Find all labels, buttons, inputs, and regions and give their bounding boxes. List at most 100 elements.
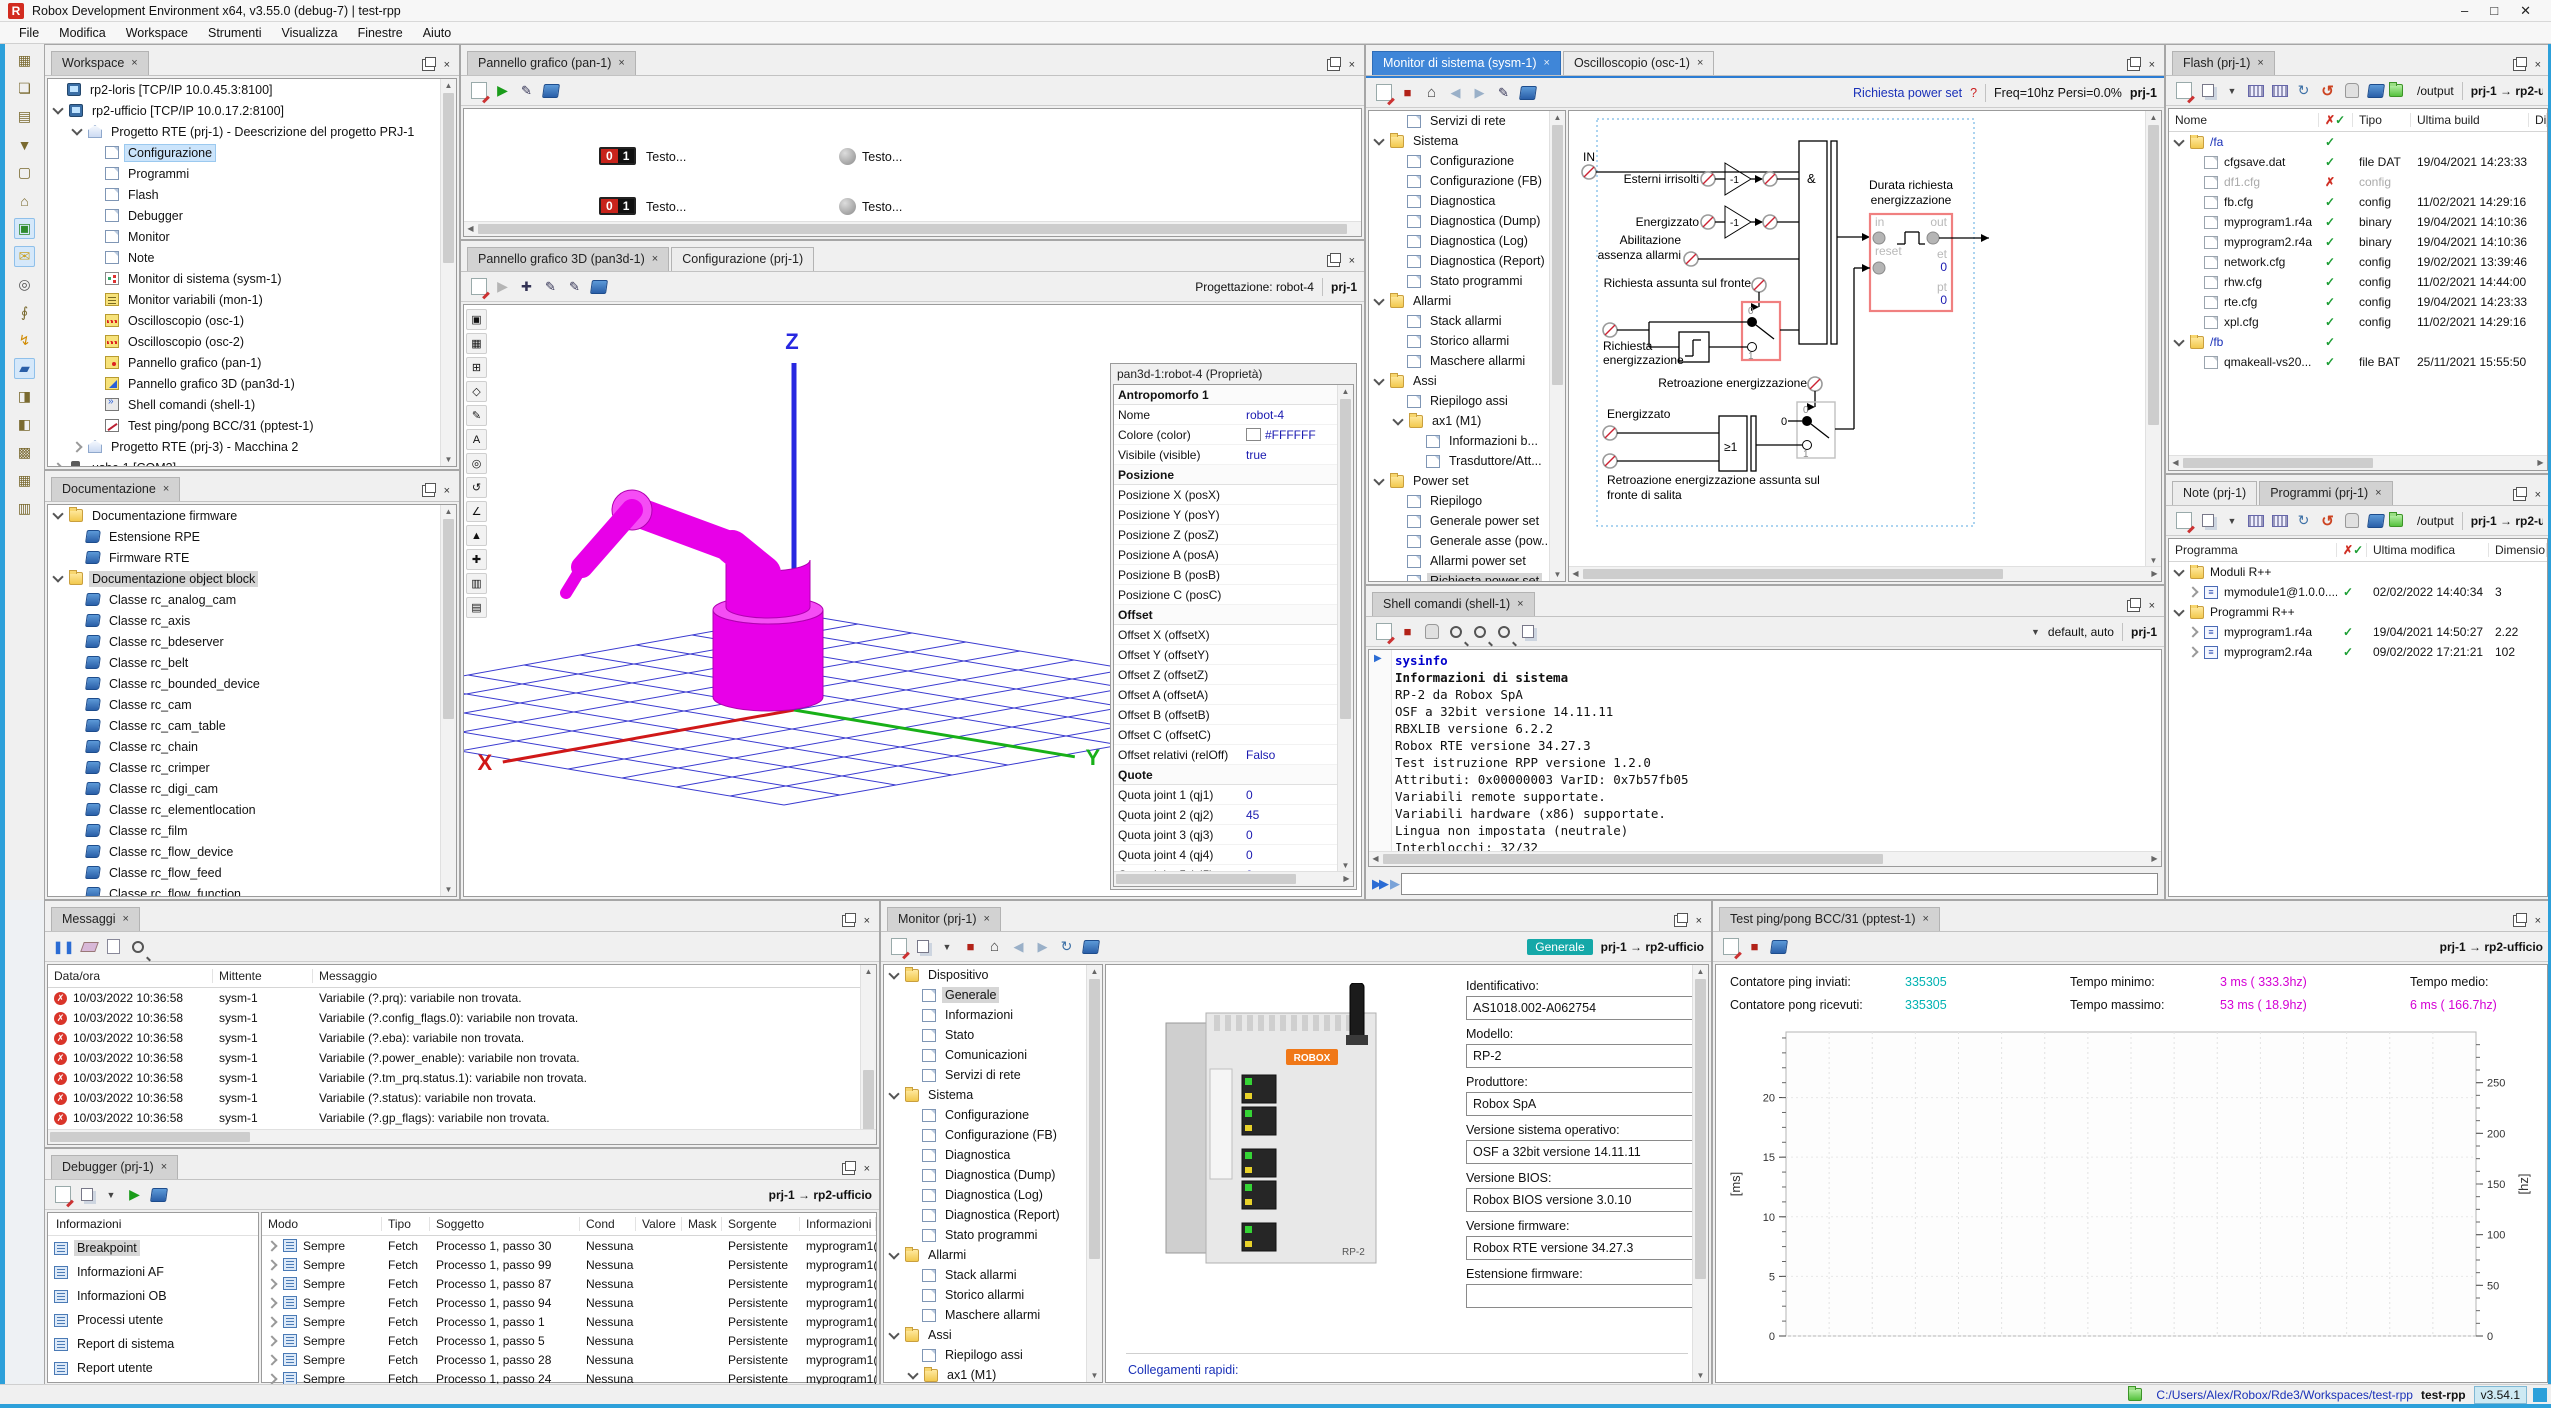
tree-item[interactable]: Configurazione (1369, 151, 1565, 171)
tree-item[interactable]: Monitor di sistema (sysm-1) (48, 268, 456, 289)
close-panel-icon[interactable]: × (1349, 59, 1355, 71)
menu-aiuto[interactable]: Aiuto (414, 24, 461, 42)
breakpoint-row[interactable]: SempreFetchProcesso 1, passo 5NessunaPer… (262, 1331, 876, 1350)
tree-item[interactable]: Generale (884, 985, 1102, 1005)
tree-item[interactable]: Assi (884, 1325, 1102, 1345)
close-panel-icon[interactable]: × (2149, 600, 2155, 612)
book-icon[interactable] (148, 1184, 169, 1205)
expander-icon[interactable] (71, 441, 82, 452)
expander-icon[interactable] (52, 462, 63, 466)
tree-item[interactable]: ax1 (M1) (1369, 411, 1565, 431)
field-value[interactable]: Robox RTE versione 34.27.3 (1466, 1236, 1709, 1260)
expander-icon[interactable] (266, 1240, 277, 1251)
property-row[interactable]: Nomerobot-4 (1114, 405, 1353, 425)
expander-icon[interactable] (266, 1373, 277, 1384)
book-icon[interactable] (2365, 80, 2386, 101)
view3d-tool-12[interactable]: ▤ (466, 597, 487, 618)
tree-item[interactable]: Programmi (48, 163, 456, 184)
lamp-indicator[interactable] (839, 198, 856, 215)
notes-icon[interactable] (2173, 80, 2194, 101)
tree-item[interactable]: Generale power set (1369, 511, 1565, 531)
column-header[interactable]: Mittente (213, 969, 313, 983)
property-section[interactable]: Offset (1114, 605, 1353, 625)
sync-icon[interactable]: ↻ (2293, 80, 2314, 101)
menu-modifica[interactable]: Modifica (50, 24, 115, 42)
expander-icon[interactable] (52, 571, 63, 582)
message-row[interactable]: ✗10/03/2022 10:36:58sysm-1Variabile (?.g… (48, 1108, 876, 1128)
digital-indicator[interactable]: 01 (599, 147, 636, 165)
view3d-tool-8[interactable]: ∠ (466, 501, 487, 522)
tree-item[interactable]: Shell comandi (shell-1) (48, 394, 456, 415)
shell-input[interactable] (1401, 873, 2158, 895)
expander-icon[interactable] (266, 1278, 277, 1289)
expander-icon[interactable] (2173, 605, 2184, 616)
tree-item[interactable]: Servizi di rete (1369, 111, 1565, 131)
close-panel-icon[interactable]: × (444, 59, 450, 71)
expander-icon[interactable] (266, 1354, 277, 1365)
expander-icon[interactable] (888, 968, 899, 979)
file-row[interactable]: myprogram1.r4a✓binary19/04/2021 14:10:36 (2169, 212, 2547, 232)
book-icon[interactable] (1080, 936, 1101, 957)
property-row[interactable]: Offset C (offsetC) (1114, 725, 1353, 745)
tree-item[interactable]: Flash (48, 184, 456, 205)
tab-pannello-grafico[interactable]: Pannello grafico (pan-1)× (467, 51, 636, 75)
column-header[interactable]: Dimensio (2489, 543, 2547, 557)
play-disabled-icon[interactable]: ▶ (492, 276, 513, 297)
dropdown-icon[interactable]: ▼ (100, 1184, 121, 1205)
tree-item[interactable]: Riepilogo (1369, 491, 1565, 511)
book-icon[interactable]: ▰ (14, 358, 35, 379)
tree-item[interactable]: Diagnostica (Log) (884, 1185, 1102, 1205)
zoom-out-icon[interactable] (1493, 621, 1514, 642)
tree-item[interactable]: Progetto RTE (prj-1) - Deescrizione del … (48, 121, 456, 142)
column-header[interactable]: ✗✓ (2319, 113, 2353, 127)
program-row[interactable]: ≡myprogram1.r4a✓19/04/2021 14:50:272.22 (2169, 622, 2547, 642)
field-value[interactable]: RP-2 (1466, 1044, 1709, 1068)
h-scrollbar[interactable]: ◀▶ (2169, 455, 2547, 470)
tab-flash[interactable]: Flash (prj-1)× (2172, 51, 2275, 75)
column-header[interactable]: Informazioni (800, 1217, 876, 1231)
notes-icon[interactable] (1373, 621, 1394, 642)
tree-item[interactable]: Allarmi power set (1369, 551, 1565, 571)
expander-icon[interactable] (1373, 134, 1384, 145)
design-2-icon[interactable]: ✎ (564, 276, 585, 297)
column-header[interactable]: Tipo (2353, 113, 2411, 127)
property-row[interactable]: Colore (color)#FFFFFF (1114, 425, 1353, 445)
expander-icon[interactable] (266, 1259, 277, 1270)
tree-item[interactable]: Stato (884, 1025, 1102, 1045)
expander-icon[interactable] (266, 1297, 277, 1308)
tree-item[interactable]: Classe rc_cam_table (48, 715, 456, 736)
property-row[interactable]: Offset A (offsetA) (1114, 685, 1353, 705)
tree-item[interactable]: Riepilogo assi (884, 1345, 1102, 1365)
menu-visualizza[interactable]: Visualizza (273, 24, 347, 42)
expander-icon[interactable] (888, 1248, 899, 1259)
back-icon[interactable]: ◀ (1445, 82, 1466, 103)
column-header[interactable]: Ultima build (2411, 113, 2529, 127)
tree-item[interactable]: Documentazione object block (48, 568, 456, 589)
debugger-side-item[interactable]: Breakpoint (48, 1236, 258, 1260)
stop-icon[interactable]: ■ (960, 936, 981, 957)
tree-item[interactable]: rp2-ufficio [TCP/IP 10.0.17.2:8100] (48, 100, 456, 121)
tree-item[interactable]: Pannello grafico 3D (pan3d-1) (48, 373, 456, 394)
tree-item[interactable]: rp2-loris [TCP/IP 10.0.45.3:8100] (48, 79, 456, 100)
debugger-side-item[interactable]: Report di sistema (48, 1332, 258, 1356)
h-scrollbar[interactable]: ◀▶ (1369, 851, 2161, 866)
property-row[interactable]: Offset X (offsetX) (1114, 625, 1353, 645)
help-question[interactable]: ? (1970, 86, 1977, 100)
field-value[interactable]: Robox SpA (1466, 1092, 1709, 1116)
workspace-path[interactable]: C:/Users/Alex/Robox/Rde3/Workspaces/test… (2156, 1388, 2413, 1402)
expander-icon[interactable] (1373, 294, 1384, 305)
file-row[interactable]: xpl.cfg✓config11/02/2021 14:29:16 (2169, 312, 2547, 332)
tree-item[interactable]: Allarmi (1369, 291, 1565, 311)
file-row[interactable]: df1.cfg✗config (2169, 172, 2547, 192)
open-file-icon[interactable]: ▤ (14, 106, 35, 127)
tree-item[interactable]: Storico allarmi (1369, 331, 1565, 351)
close-panel-icon[interactable]: × (2149, 59, 2155, 71)
debugger-side-item[interactable]: Report utente (48, 1356, 258, 1380)
dropdown-icon[interactable]: ▼ (936, 936, 957, 957)
property-row[interactable]: Posizione Z (posZ) (1114, 525, 1353, 545)
tree-item[interactable]: Progetto RTE (prj-3) - Macchina 2 (48, 436, 456, 457)
tab-pannello-grafico-3d[interactable]: Pannello grafico 3D (pan3d-1)× (467, 247, 669, 271)
dock-icon[interactable] (2513, 915, 2526, 927)
property-row[interactable]: Visibile (visible)true (1114, 445, 1353, 465)
copy-icon[interactable] (2197, 80, 2218, 101)
